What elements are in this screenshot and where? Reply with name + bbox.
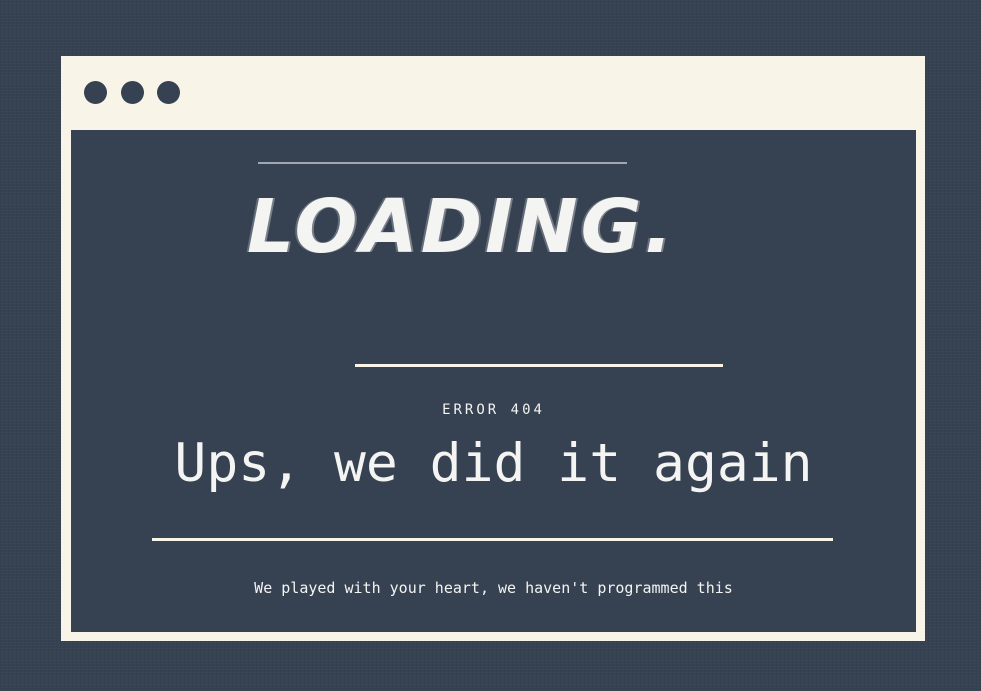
divider-middle [355,364,723,367]
window-dot-icon [84,81,107,104]
error-message: We played with your heart, we haven't pr… [254,579,733,597]
window-content: LOADING. ERROR 404 Ups, we did it again … [71,130,916,632]
window-dot-icon [157,81,180,104]
error-code: ERROR 404 [442,402,545,418]
loading-title: LOADING. [247,184,676,270]
error-headline: Ups, we did it again [174,433,813,494]
window-titlebar [61,56,925,130]
browser-window: LOADING. ERROR 404 Ups, we did it again … [61,56,925,641]
divider-bottom [152,538,833,541]
divider-top [258,162,627,164]
window-dot-icon [121,81,144,104]
